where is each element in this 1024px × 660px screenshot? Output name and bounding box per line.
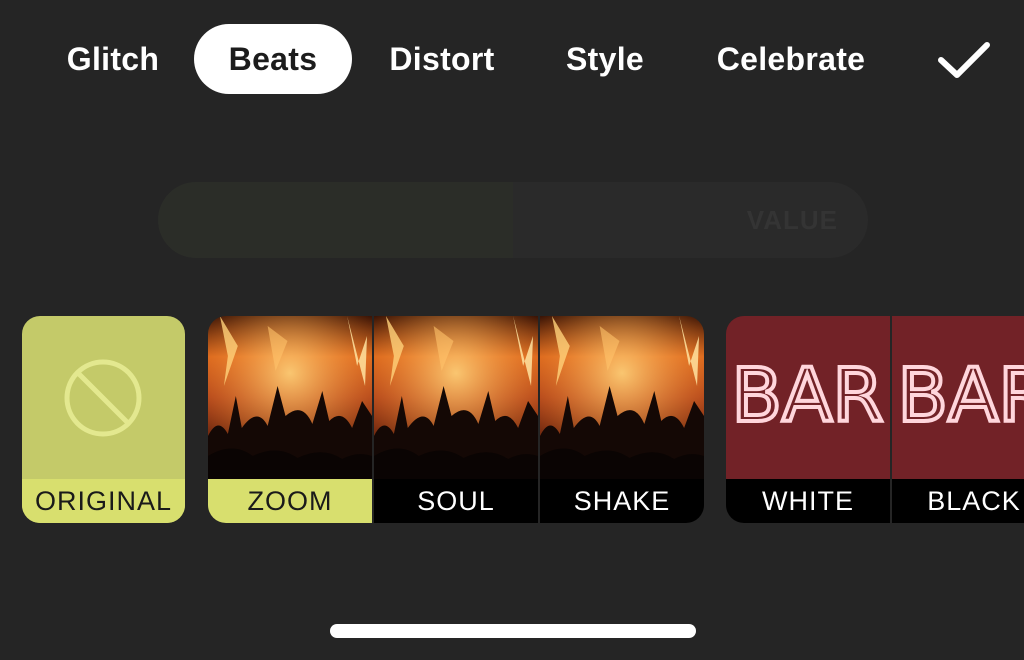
effect-label-zoom: ZOOM [208, 479, 372, 523]
tab-beats[interactable]: Beats [194, 24, 352, 94]
checkmark-icon [938, 42, 990, 78]
tab-celebrate[interactable]: Celebrate [696, 24, 886, 94]
effect-label-soul: SOUL [374, 479, 538, 523]
confirm-button[interactable] [930, 30, 998, 90]
slider-fill [158, 182, 513, 258]
slider-label: VALUE [746, 204, 838, 235]
effect-card-original[interactable]: ORIGINAL [22, 316, 185, 523]
thumbnail-image [726, 316, 890, 479]
effect-strip: ORIGINAL ZOOM SOUL SHAKE WHITE BLACK [0, 316, 1024, 524]
tab-distort[interactable]: Distort [368, 24, 516, 94]
thumbnail-image [208, 316, 372, 479]
value-slider[interactable]: VALUE [158, 182, 868, 258]
home-indicator[interactable] [330, 624, 696, 638]
no-effect-icon [22, 316, 185, 479]
effect-card-zoom[interactable]: ZOOM [208, 316, 372, 523]
effect-card-shake[interactable]: SHAKE [540, 316, 704, 523]
effect-label-black: BLACK [892, 479, 1024, 523]
thumbnail-image [892, 316, 1024, 479]
thumbnail-image [374, 316, 538, 479]
effect-category-tabs: Glitch Beats Distort Style Celebrate [0, 24, 1024, 96]
effect-card-soul[interactable]: SOUL [374, 316, 538, 523]
effect-label-shake: SHAKE [540, 479, 704, 523]
tab-style[interactable]: Style [548, 24, 662, 94]
thumbnail-image [540, 316, 704, 479]
effect-label-white: WHITE [726, 479, 890, 523]
effect-card-black[interactable]: BLACK [892, 316, 1024, 523]
effect-card-white[interactable]: WHITE [726, 316, 890, 523]
tab-glitch[interactable]: Glitch [50, 24, 176, 94]
effect-label-original: ORIGINAL [22, 479, 185, 523]
